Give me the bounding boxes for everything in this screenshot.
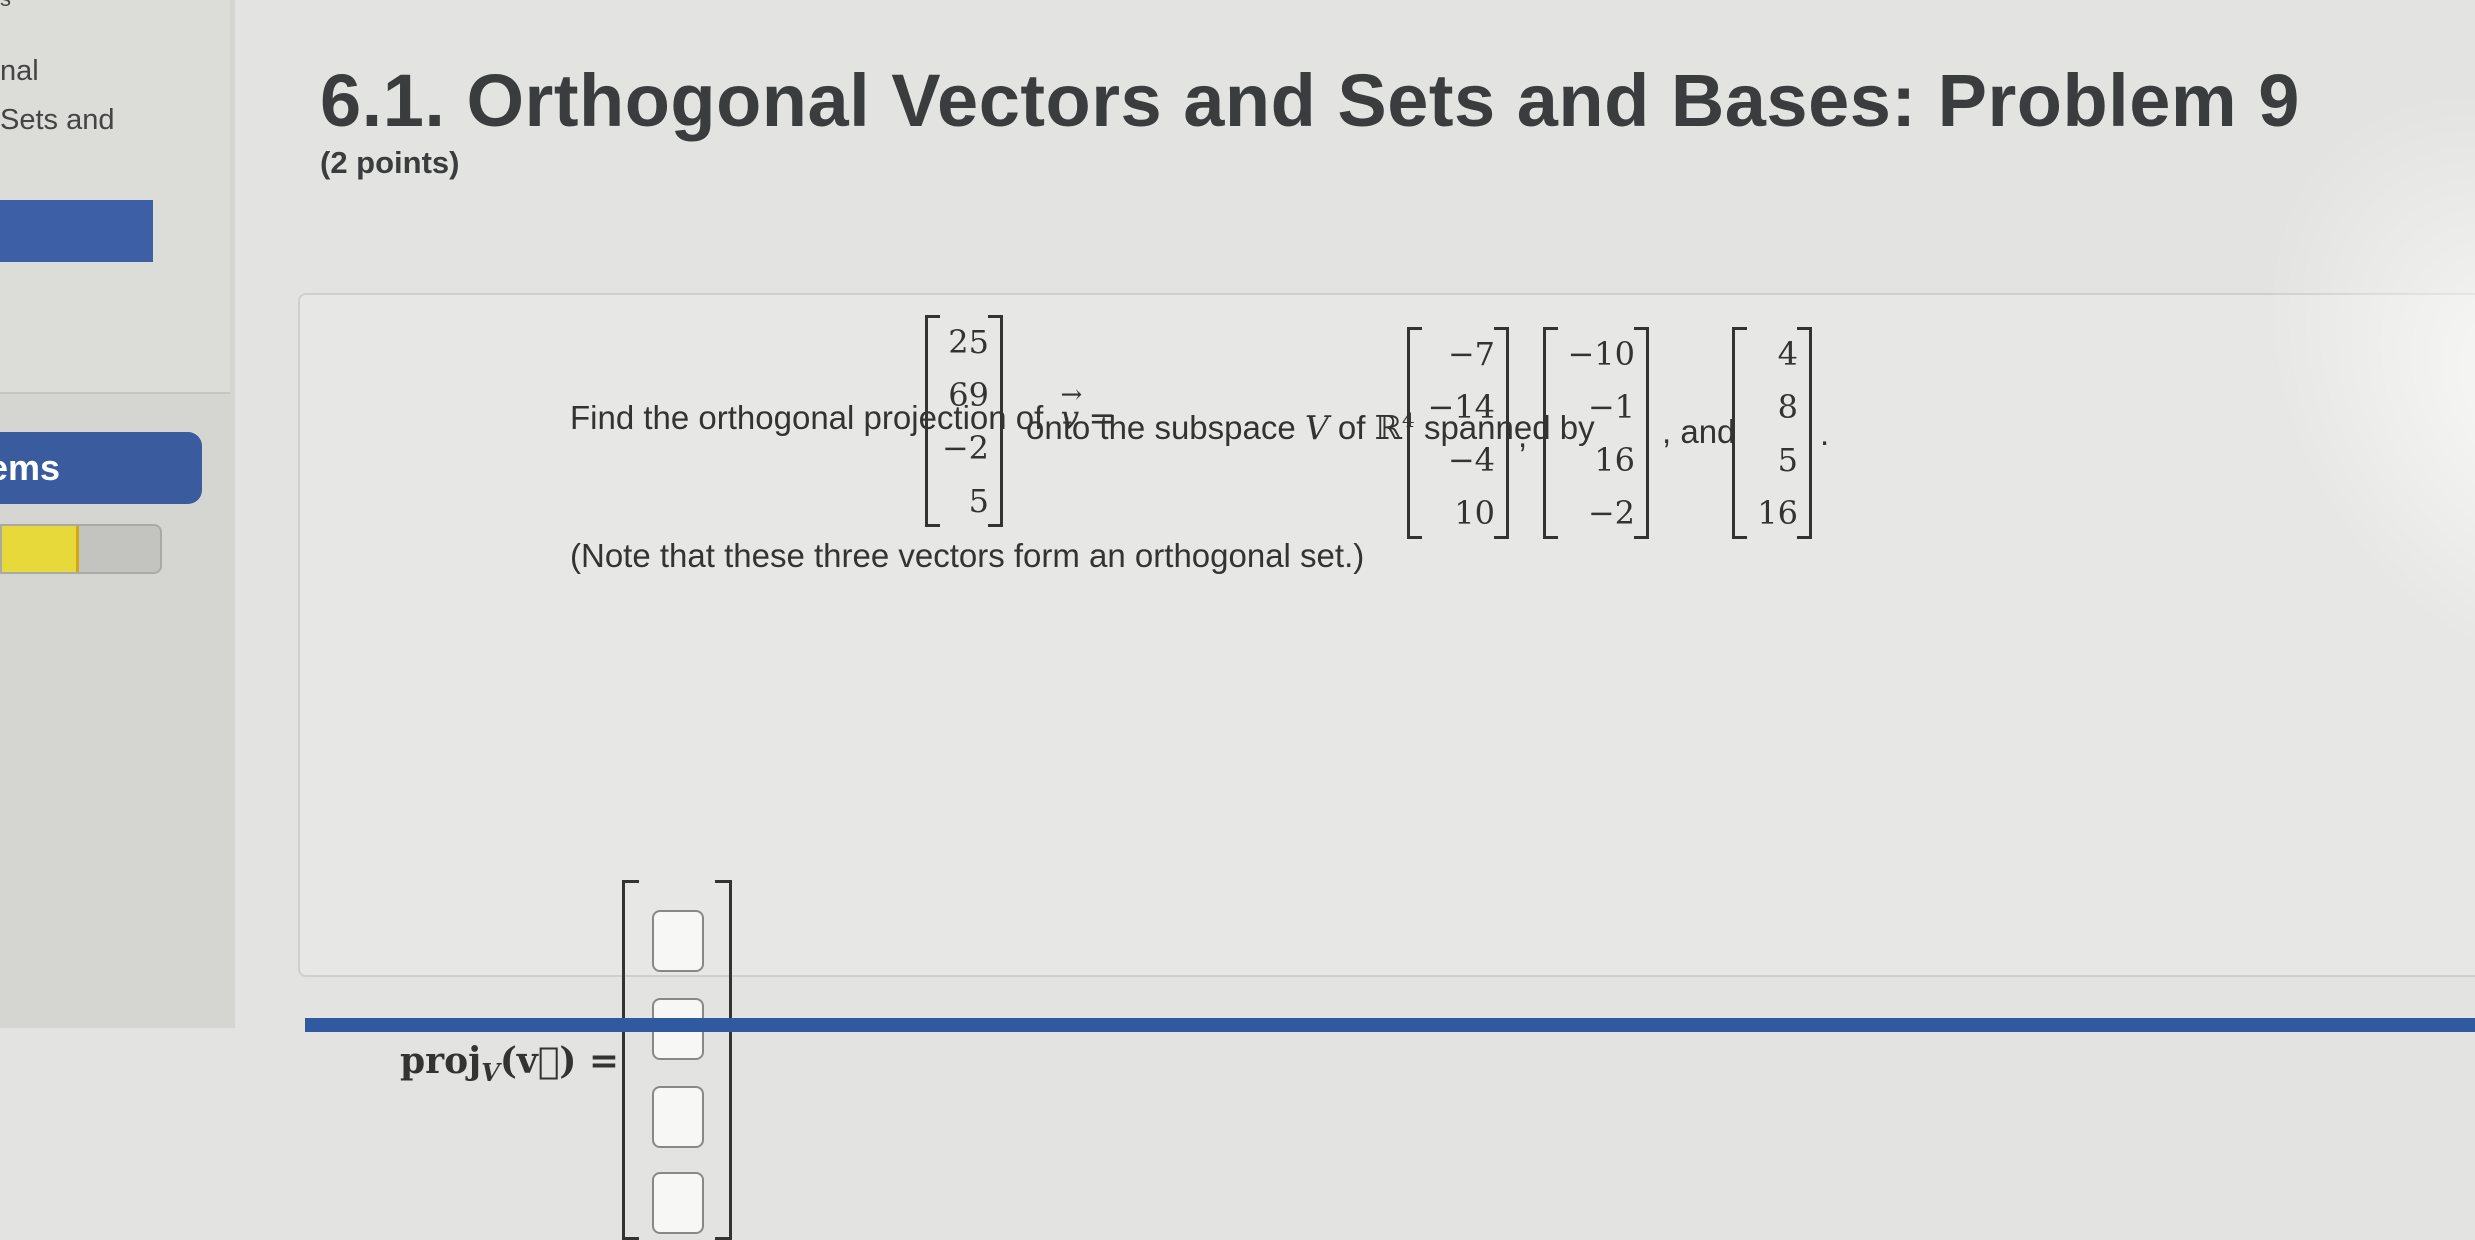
period: . [1820,415,1830,452]
and-text: , and [1662,413,1736,450]
v-entry: 5 [968,481,989,520]
basis-entry: 16 [1594,440,1635,479]
points-label: (2 points) [320,145,460,180]
comma: , [1518,417,1528,454]
sidebar-active-item[interactable] [0,200,153,262]
v-entry: 69 [948,375,989,414]
answer-input-4[interactable] [652,1172,704,1234]
basis-entry: 8 [1777,387,1798,426]
basis-entry: −1 [1587,387,1635,426]
basis-vector-1: −7 −14 −4 10 [1407,327,1509,539]
basis-entry: 4 [1777,334,1798,373]
sidebar-problems-label: ems [0,447,61,488]
sidebar-fragment: s [0,0,11,12]
v-entry: 25 [948,322,989,361]
basis-entry: −7 [1447,334,1495,373]
problem-box: Find the orthogonal projection of → v = 2… [298,293,2475,1240]
note-text: (Note that these three vectors form an o… [570,537,1365,574]
page-title: 6.1. Orthogonal Vectors and Sets and Bas… [320,59,2300,142]
basis-entry: −10 [1567,334,1635,373]
basis-entry: 16 [1757,493,1798,532]
sidebar-problems-button[interactable]: ems [0,432,202,504]
of-text: of [1337,409,1366,446]
sidebar-item-prev-chapter[interactable]: nal [0,55,39,88]
basis-entry: −2 [1587,493,1635,532]
sidebar: s nal Sets and ems [0,0,235,1028]
basis-vector-3: 4 8 5 16 [1732,327,1812,539]
answer-vector [622,880,732,1240]
v-entry: −2 [941,428,989,467]
answer-input-1[interactable] [652,910,704,972]
basis-entry: 5 [1777,440,1798,479]
basis-entry: 10 [1454,493,1495,532]
problem-text-onto: onto the subspace V of ℝ4 spanned by [1026,408,1595,447]
basis-vector-2: −10 −1 16 −2 [1543,327,1649,539]
onto-text: onto the subspace [1026,409,1296,446]
sidebar-item-sets[interactable]: Sets and [0,104,114,137]
main-content: 6.1. Orthogonal Vectors and Sets and Bas… [235,0,2475,1240]
answer-label: projV(v⃗) = [400,1040,620,1088]
V-symbol: V [1304,408,1329,447]
basis-entry: −4 [1447,440,1495,479]
vector-v: 25 69 −2 5 [925,315,1003,527]
progress-fill [2,526,80,572]
progress-bar [0,524,162,574]
bottom-bar [305,1018,2475,1032]
basis-entry: −14 [1427,387,1495,426]
vector-arrow-icon: → [1060,380,1083,410]
answer-input-3[interactable] [652,1086,704,1148]
sidebar-section: s nal Sets and [0,0,230,394]
